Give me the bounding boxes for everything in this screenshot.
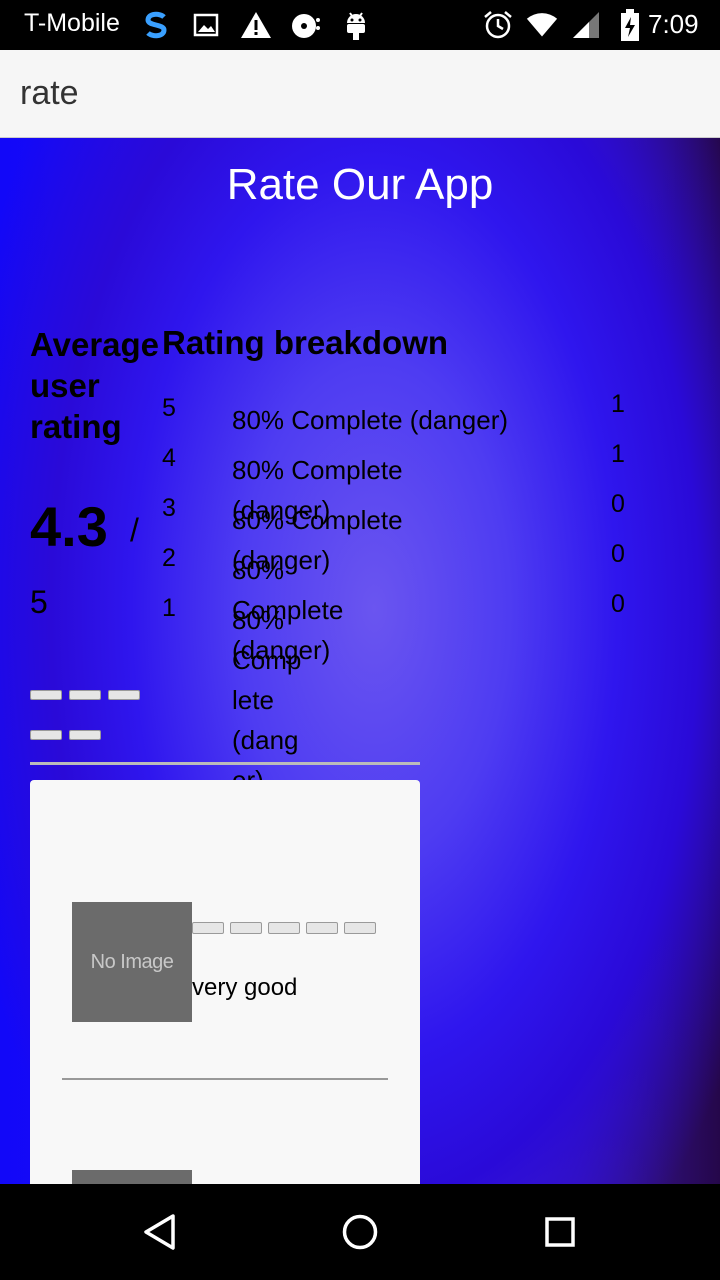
breakdown-progress-label: 80% Complete (danger) [232,405,509,435]
image-icon [190,9,222,41]
home-icon [342,1214,378,1250]
review-star-rating [192,922,376,934]
breakdown-star-number: 2 [162,544,176,572]
page-heading: Rate Our App [226,160,494,209]
review-list[interactable]: No Image very good [30,780,420,1184]
review-text: very good [192,974,298,1001]
recents-button[interactable] [536,1208,584,1256]
android-icon [340,9,372,41]
average-star-button[interactable] [69,690,101,700]
review-star-button[interactable] [344,922,376,934]
review-star-button[interactable] [192,922,224,934]
breakdown-count: 0 [611,540,625,568]
average-star-button[interactable] [30,730,62,740]
breakdown-count: 1 [611,440,625,468]
navigation-bar [0,1184,720,1280]
app-bar: rate [0,50,720,138]
review-star-button[interactable] [268,922,300,934]
rating-content[interactable]: Rate Our App Average user rating 4.3 / 5… [0,138,720,1184]
average-star-button[interactable] [69,730,101,740]
app-bar-title: rate [20,74,79,112]
recents-icon [545,1217,575,1247]
breakdown-count: 0 [611,590,625,618]
warning-icon [240,9,272,41]
breakdown-progress-label: 80% Complete (danger) [232,605,302,795]
alarm-icon [482,9,514,41]
review-star-button[interactable] [230,922,262,934]
status-bar: T-Mobile 7:09 [0,0,720,50]
reviewer-avatar: No Image [72,902,192,1022]
review-star-button[interactable] [306,922,338,934]
average-star-button[interactable] [108,690,140,700]
section-divider [30,762,420,765]
average-rating-max: 5 [30,584,48,620]
breakdown-star-number: 5 [162,394,176,422]
breakdown-star-number: 4 [162,444,176,472]
battery-icon [614,9,646,41]
breakdown-count: 0 [611,490,625,518]
average-rating-value: 4.3 [30,495,108,558]
system-icons [482,8,646,42]
reviewer-avatar-next [72,1170,192,1184]
average-rating-slash: / [130,512,139,548]
notification-icons [140,8,372,42]
wifi-icon [526,9,558,41]
home-button[interactable] [336,1208,384,1256]
breakdown-star-number: 3 [162,494,176,522]
review-divider [62,1078,388,1080]
no-image-placeholder: No Image [90,950,174,973]
s-logo-icon [140,9,172,41]
clock: 7:09 [648,9,699,39]
average-rating-title: Average user rating [30,326,160,445]
breakdown-star-number: 1 [162,594,176,622]
carrier-name: T-Mobile [24,9,120,37]
average-star-button[interactable] [30,690,62,700]
rating-breakdown-title: Rating breakdown [162,324,449,361]
disc-icon [290,9,322,41]
back-icon [144,1214,175,1250]
signal-icon [570,9,602,41]
breakdown-count: 1 [611,390,625,418]
back-button[interactable] [136,1208,184,1256]
